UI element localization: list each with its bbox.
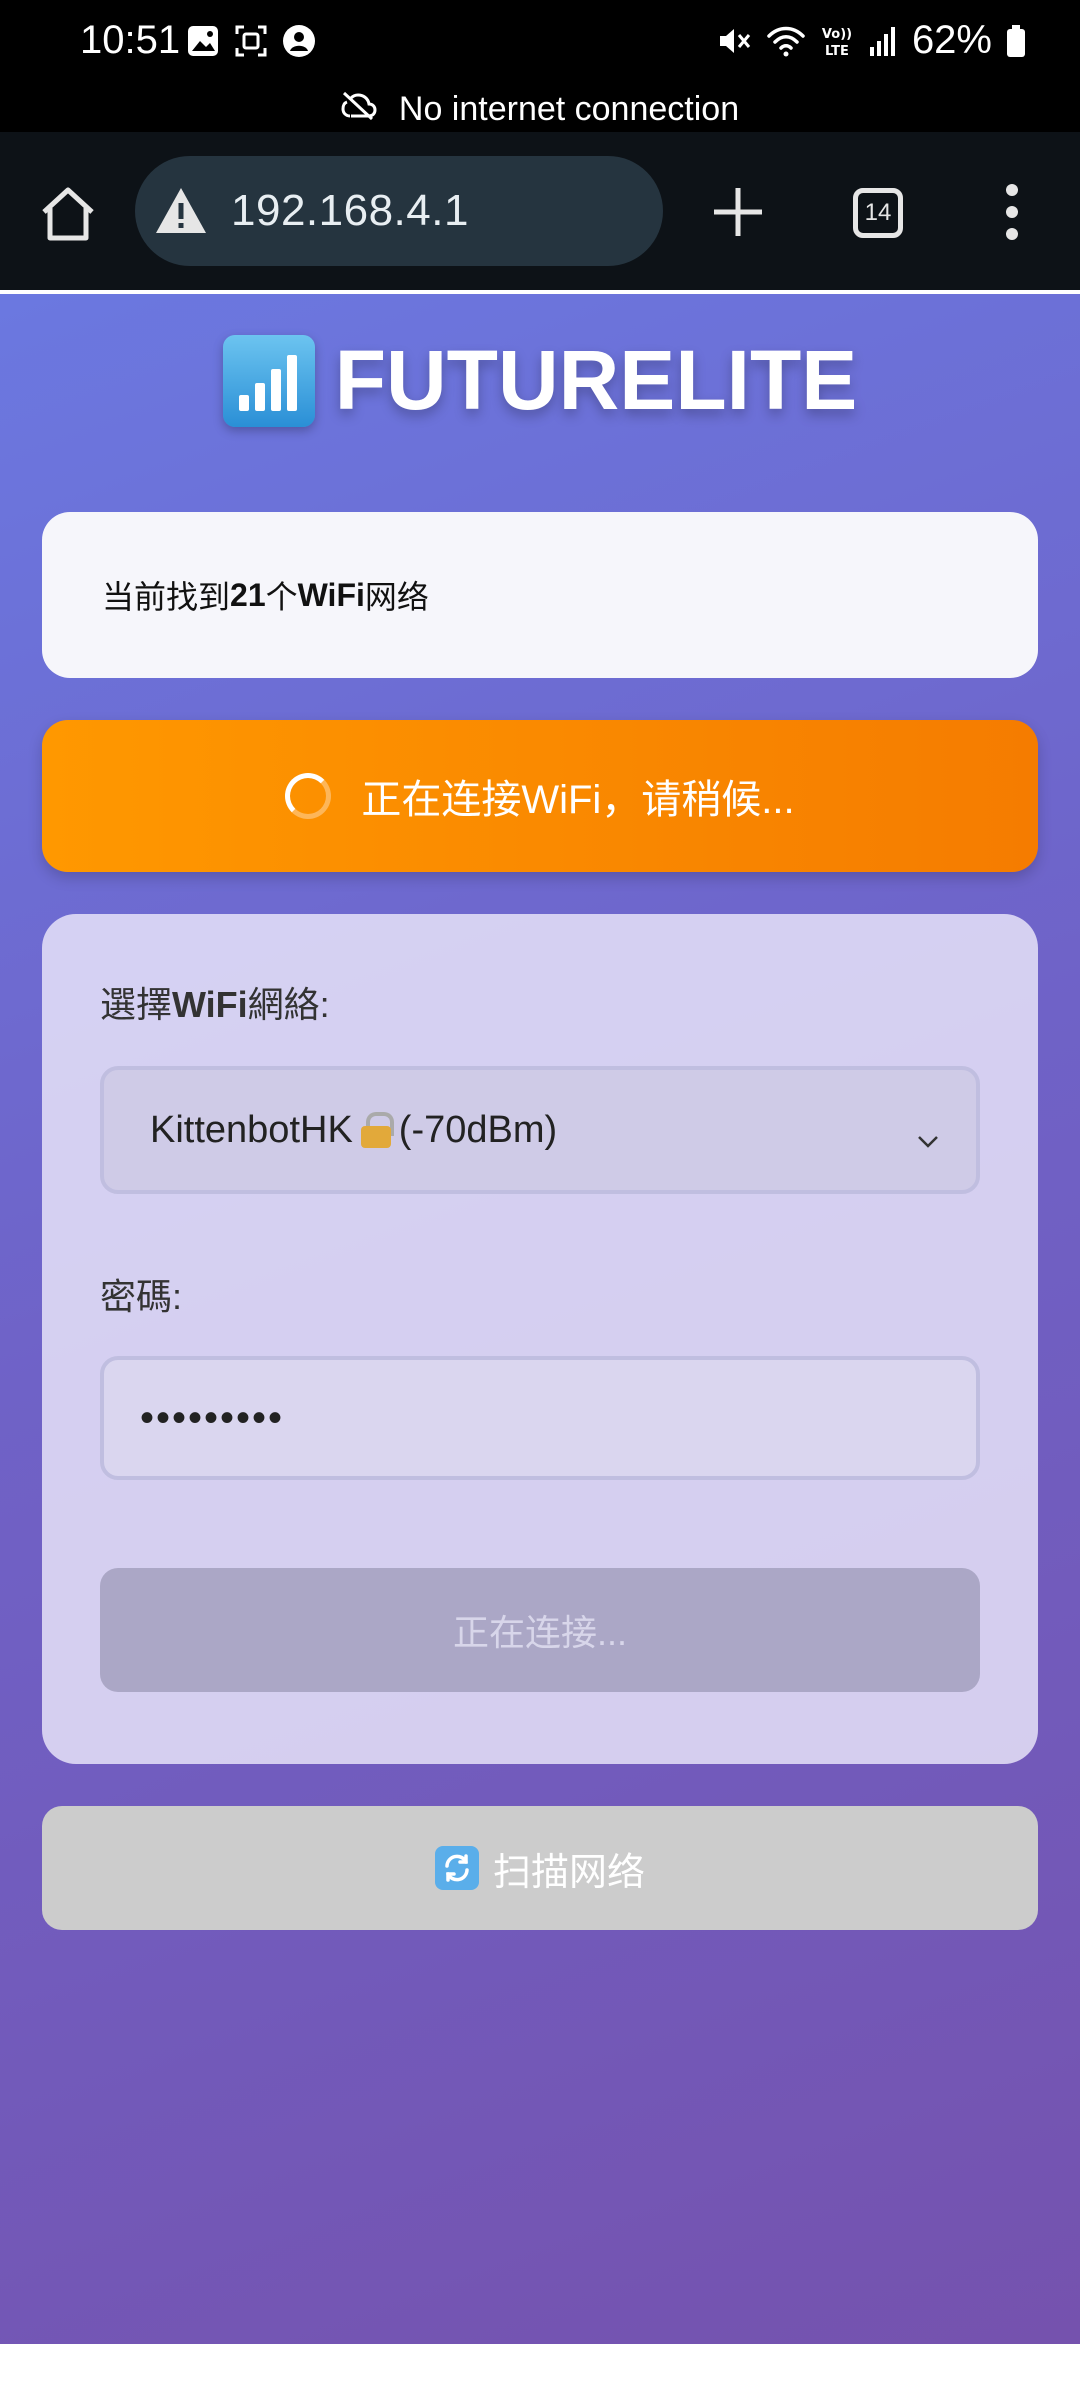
battery-icon bbox=[1006, 24, 1026, 58]
signal-bars-icon bbox=[222, 334, 315, 427]
cloud-off-icon bbox=[341, 90, 377, 129]
mute-icon bbox=[716, 23, 752, 59]
svg-text:Vo)): Vo)) bbox=[822, 27, 852, 42]
screenshot-icon bbox=[234, 24, 268, 58]
svg-text:LTE: LTE bbox=[825, 44, 849, 59]
password-label: 密碼: bbox=[100, 1276, 183, 1317]
chevron-down-icon bbox=[916, 1120, 940, 1148]
no-internet-banner: No internet connection bbox=[0, 86, 1080, 132]
network-count-card: 当前找到 21 个 WiFi 网络 bbox=[42, 512, 1038, 678]
brand-text: FUTURELITE bbox=[334, 333, 858, 427]
spinner-icon bbox=[285, 773, 332, 819]
new-tab-icon[interactable] bbox=[710, 184, 766, 240]
url-text[interactable]: 192.168.4.1 bbox=[231, 186, 469, 236]
wifi-form: 選擇WiFi網絡: KittenbotHK (-70dBm) 密碼: •••••… bbox=[42, 914, 1038, 1764]
account-icon bbox=[282, 24, 316, 58]
battery-percent: 62% bbox=[911, 18, 992, 62]
connecting-status-banner: 正在连接WiFi，请稍候... bbox=[42, 720, 1038, 872]
page-content: FUTURELITE 当前找到 21 个 WiFi 网络 正在连接WiFi，请稍候...… bbox=[0, 294, 1080, 2344]
connecting-text: 正在连接WiFi，请稍候... bbox=[361, 778, 795, 822]
no-internet-text: No internet connection bbox=[398, 89, 740, 128]
selected-network-name: KittenbotHK bbox=[150, 1108, 353, 1151]
password-field[interactable]: ••••••••• bbox=[100, 1356, 980, 1480]
scan-networks-button[interactable]: 扫描网络 bbox=[42, 1806, 1038, 1930]
browser-toolbar: 192.168.4.1 14 bbox=[0, 132, 1080, 426]
connect-button[interactable]: 正在连接... bbox=[100, 1568, 980, 1692]
status-time: 10:51 bbox=[80, 18, 181, 62]
network-select-label: 選擇WiFi網絡: bbox=[100, 984, 330, 1025]
page-title: FUTURELITE bbox=[0, 332, 1080, 429]
tab-switcher-button[interactable]: 14 bbox=[853, 188, 903, 238]
signal-icon bbox=[868, 25, 898, 57]
home-icon[interactable] bbox=[38, 184, 98, 244]
bottom-area bbox=[0, 2344, 1080, 2400]
lock-icon bbox=[360, 1112, 394, 1148]
volte-icon: Vo)) LTE bbox=[820, 23, 854, 59]
url-bar[interactable]: 192.168.4.1 bbox=[135, 156, 663, 266]
image-icon bbox=[186, 24, 220, 58]
refresh-icon bbox=[434, 1846, 479, 1890]
status-bar: 10:51 Vo)) LTE 62% bbox=[0, 0, 1080, 86]
warning-icon[interactable] bbox=[153, 183, 209, 239]
scan-label: 扫描网络 bbox=[492, 1851, 645, 1894]
network-count: 21 bbox=[230, 576, 266, 613]
network-select[interactable]: KittenbotHK (-70dBm) bbox=[100, 1066, 980, 1194]
wifi-icon bbox=[766, 24, 806, 58]
selected-network-signal: (-70dBm) bbox=[398, 1108, 558, 1151]
more-menu-icon[interactable] bbox=[1000, 184, 1024, 240]
